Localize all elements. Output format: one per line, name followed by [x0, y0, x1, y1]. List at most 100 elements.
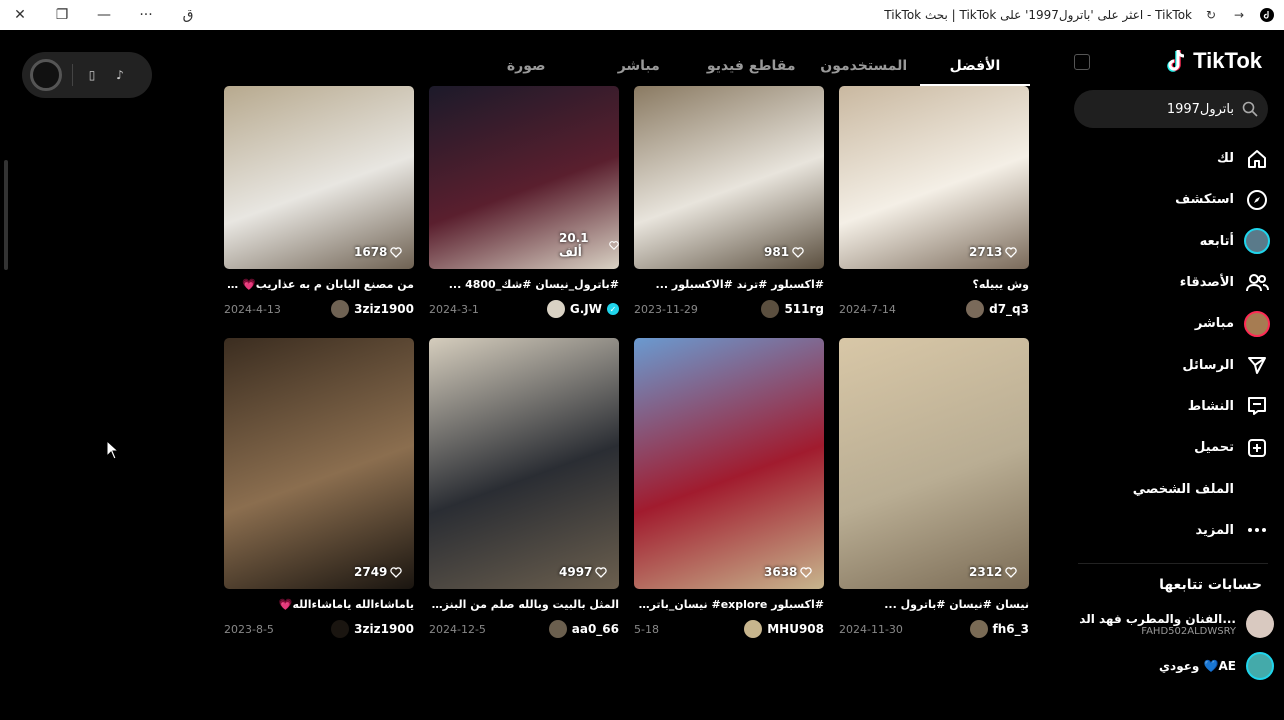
tab-videos[interactable]: مقاطع فيديو [695, 50, 808, 86]
video-card[interactable]: 981 #اكسبلور #ترند #الاكسبلور ... 511rg 202… [634, 86, 824, 318]
sidebar-item-compass[interactable]: استكشف [1080, 179, 1270, 220]
video-meta: 3ziz1900 2024-4-13 [224, 300, 414, 318]
like-count: 1678 [354, 245, 403, 259]
profile-icon [1244, 476, 1270, 502]
sidebar: TikTok باترول1997 لك استكشف أتابعه الأصدقاء… [1064, 30, 1284, 720]
scrollbar[interactable] [4, 160, 8, 270]
author[interactable]: G.JW ✓ [546, 300, 619, 318]
account-name: وعودي 💙AE [1159, 659, 1236, 673]
video-caption[interactable]: #اكسبلور #ترند #الاكسبلور ... [634, 278, 824, 293]
video-meta: aa0_66 2024-12-5 [429, 620, 619, 638]
tiktok-app-icon [1258, 6, 1276, 24]
tab-top[interactable]: الأفضل [920, 50, 1030, 86]
sidebar-item-label: النشاط [1187, 398, 1234, 414]
video-thumbnail[interactable]: 1678 [224, 86, 414, 269]
video-caption[interactable]: وش يبيله؟ [839, 278, 1030, 293]
author[interactable]: d7_q3 [966, 300, 1029, 318]
search-bar[interactable]: باترول1997 [1074, 90, 1268, 128]
phone-icon[interactable]: ▯ [83, 66, 101, 84]
tab-users[interactable]: المستخدمون [808, 50, 921, 86]
tab-live[interactable]: مباشر [583, 50, 696, 86]
post-date: 2023-8-5 [224, 622, 274, 636]
sidebar-item-label: لك [1217, 151, 1234, 167]
video-card[interactable]: 20.1 ألف #باترول_نيسان #شك_4800 ... G.JW ✓ 2… [429, 86, 619, 318]
following-account[interactable]: وعودي 💙AE [1074, 652, 1274, 680]
post-date: 2024-4-13 [224, 302, 281, 316]
tab-photo[interactable]: صورة [470, 50, 583, 86]
home-icon [1244, 146, 1270, 172]
following-avatar [1244, 228, 1270, 255]
video-thumbnail[interactable]: 2749 [224, 338, 414, 589]
sidebar-item-following[interactable]: أتابعه [1080, 221, 1270, 262]
avatar [966, 300, 985, 318]
author[interactable]: 511rg [761, 300, 824, 318]
search-icon[interactable] [1242, 101, 1258, 117]
video-caption[interactable]: نيسان #نيسان #باترول ... [839, 598, 1029, 613]
video-caption[interactable]: من مصنع اليابان م به عذاريب💗 💗 . [224, 278, 414, 293]
minimize-icon[interactable]: — [94, 5, 114, 25]
more-icon [1244, 517, 1270, 543]
author[interactable]: 3ziz1900 [331, 300, 414, 318]
video-card[interactable]: 2312 نيسان #نيسان #باترول ... fh6_3 2024-11… [839, 338, 1029, 638]
video-thumbnail[interactable]: 981 [634, 86, 824, 269]
post-date: 2023-11-29 [634, 302, 698, 316]
sidebar-item-inbox[interactable]: النشاط [1080, 386, 1270, 427]
avatar [1246, 610, 1274, 638]
send-icon [1244, 352, 1270, 378]
author[interactable]: fh6_3 [969, 620, 1029, 638]
avatar [744, 620, 763, 638]
video-caption[interactable]: المثل بالبيت وبالله صلم من البنزين 🤣 [429, 598, 619, 613]
author[interactable]: 3ziz1900 [331, 620, 414, 638]
video-caption[interactable]: #باترول_نيسان #شك_4800 ... [429, 278, 619, 293]
like-count: 981 [764, 245, 804, 259]
video-card[interactable]: 4997 المثل بالبيت وبالله صلم من البنزين 🤣… [429, 338, 619, 638]
video-card[interactable]: 2713 وش يبيله؟ d7_q3 2024-7-14 [839, 86, 1029, 318]
following-heading: حسابات تتابعها [1159, 577, 1262, 593]
video-card[interactable]: 3638 #اكسبلور explore# نيسان_باترول ... MH… [634, 338, 824, 638]
post-date: 5-18 [634, 622, 659, 636]
likes-value: 20.1 ألف [559, 231, 589, 259]
sidebar-item-send[interactable]: الرسائل [1080, 344, 1270, 385]
video-thumbnail[interactable]: 2312 [839, 338, 1029, 589]
sidebar-item-friends[interactable]: الأصدقاء [1080, 262, 1270, 303]
heart-icon [1005, 246, 1018, 258]
video-caption[interactable]: ياماشاءالله ياماشاءالله💗 [224, 598, 414, 613]
tiktok-logo[interactable]: TikTok [1165, 48, 1262, 74]
video-card[interactable]: 1678 من مصنع اليابان م به عذاريب💗 💗 . 3ziz… [224, 86, 414, 318]
video-thumbnail[interactable]: 20.1 ألف [429, 86, 619, 269]
translate-icon[interactable]: ق [178, 5, 198, 25]
likes-value: 2749 [354, 565, 388, 579]
like-count: 3638 [764, 565, 813, 579]
author[interactable]: aa0_66 [548, 620, 619, 638]
video-thumbnail[interactable]: 2713 [839, 86, 1029, 269]
heart-icon [1005, 566, 1018, 578]
author-name: 511rg [784, 302, 824, 316]
author-name: fh6_3 [992, 622, 1029, 636]
refresh-icon[interactable]: ↻ [1202, 6, 1220, 24]
search-input[interactable]: باترول1997 [1167, 102, 1234, 117]
sidebar-item-more[interactable]: المزيد [1080, 510, 1270, 551]
sidebar-item-live[interactable]: مباشر [1080, 303, 1270, 344]
more-icon[interactable]: ··· [136, 5, 156, 25]
like-count: 2749 [354, 565, 403, 579]
sidebar-item-home[interactable]: لك [1080, 138, 1270, 179]
upload-icon [1244, 435, 1270, 461]
restore-icon[interactable]: ❐ [52, 5, 72, 25]
sidebar-item-profile[interactable]: الملف الشخصي [1080, 468, 1270, 509]
author[interactable]: MHU908 [744, 620, 824, 638]
tiktok-note-icon[interactable]: ♪ [111, 66, 129, 84]
divider [72, 64, 73, 86]
window-title-area: TikTok بحث | TikTok اعثر على 'باترول1997… [884, 0, 1276, 30]
video-thumbnail[interactable]: 3638 [634, 338, 824, 589]
sidebar-nav: لك استكشف أتابعه الأصدقاء مباشر الرسائل النشاط… [1080, 138, 1270, 551]
video-thumbnail[interactable]: 4997 [429, 338, 619, 589]
forward-arrow-icon[interactable]: → [1230, 6, 1248, 24]
collapse-sidebar-icon[interactable] [1074, 54, 1090, 70]
video-card[interactable]: 2749 ياماشاءالله ياماشاءالله💗 3ziz1900 2023… [224, 338, 414, 638]
close-icon[interactable]: ✕ [10, 5, 30, 25]
sidebar-item-upload[interactable]: تحميل [1080, 427, 1270, 468]
video-caption[interactable]: #اكسبلور explore# نيسان_باترول ... [634, 598, 824, 613]
record-button[interactable] [30, 59, 62, 91]
following-account[interactable]: الفنان والمطرب فهد الد... FAHD502ALDWSRY [1074, 610, 1274, 638]
author-name: d7_q3 [989, 302, 1029, 316]
